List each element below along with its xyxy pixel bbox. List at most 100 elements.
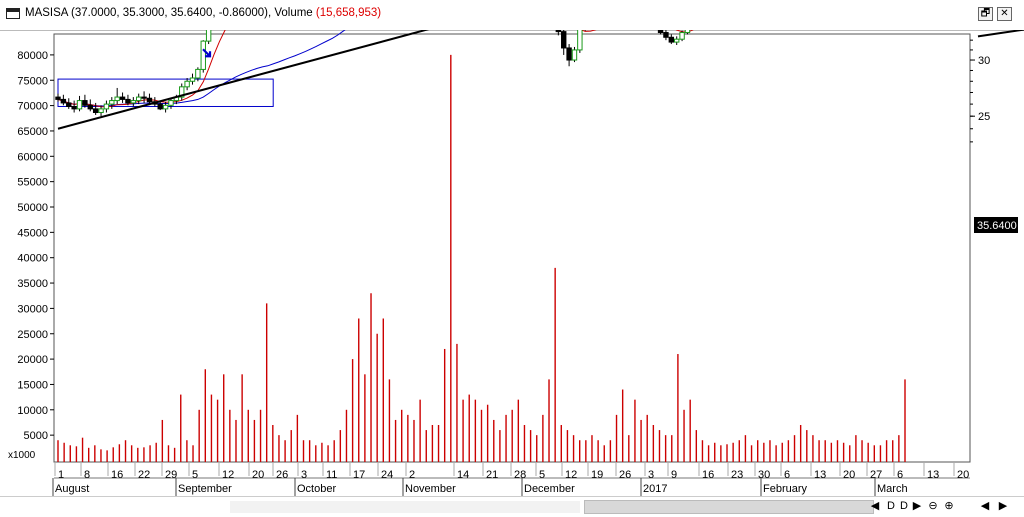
volume-tick-label: 70000 bbox=[17, 101, 48, 113]
stock-chart[interactable]: 8000075000700006500060000550005000045000… bbox=[0, 30, 1024, 496]
day-label: 30 bbox=[758, 469, 770, 481]
candle-up bbox=[684, 30, 691, 34]
candle-up bbox=[162, 104, 169, 110]
candle-up bbox=[76, 100, 83, 110]
candle-down bbox=[668, 36, 675, 43]
day-label: 27 bbox=[870, 469, 882, 481]
day-label: 8 bbox=[84, 469, 90, 481]
day-label: 21 bbox=[486, 469, 498, 481]
day-label: 20 bbox=[252, 469, 264, 481]
day-label: 26 bbox=[619, 469, 631, 481]
last-price-tag: 35.6400 bbox=[974, 217, 1018, 233]
candle-down bbox=[66, 102, 72, 107]
volume-tick-label: 5000 bbox=[24, 430, 48, 442]
candle-up bbox=[205, 30, 212, 42]
moving-averages bbox=[57, 30, 694, 108]
candle-down bbox=[92, 108, 99, 114]
d-button-1[interactable]: D bbox=[884, 499, 898, 513]
day-label: 3 bbox=[301, 469, 307, 481]
day-label: 22 bbox=[138, 469, 150, 481]
day-label: 13 bbox=[814, 469, 826, 481]
day-label: 14 bbox=[457, 469, 469, 481]
candle-up bbox=[195, 68, 201, 79]
month-label: March bbox=[877, 483, 908, 495]
candle-down bbox=[119, 96, 126, 100]
volume-multiplier-label: x1000 bbox=[8, 450, 36, 461]
volume-tick-label: 40000 bbox=[17, 253, 48, 265]
next-icon[interactable]: ▶ bbox=[996, 499, 1010, 513]
candle-up bbox=[679, 32, 685, 40]
candle-up bbox=[577, 30, 583, 51]
close-icon[interactable]: ✕ bbox=[997, 7, 1012, 21]
candle-up bbox=[98, 108, 104, 114]
volume-bars bbox=[57, 54, 906, 462]
scroll-right-icon[interactable]: ▶ bbox=[910, 499, 924, 513]
candle-up bbox=[168, 100, 174, 106]
month-label: December bbox=[524, 483, 575, 495]
volume-tick-label: 65000 bbox=[17, 126, 48, 138]
day-label: 20 bbox=[957, 469, 969, 481]
candle-up bbox=[189, 77, 196, 82]
day-label: 11 bbox=[326, 469, 337, 481]
window-icon bbox=[6, 8, 20, 19]
volume-tick-label: 50000 bbox=[17, 202, 48, 214]
title-main: MASISA (37.0000, 35.3000, 35.6400, -0.86… bbox=[25, 7, 316, 19]
restore-icon[interactable]: 🗗 bbox=[978, 7, 993, 21]
day-label: 23 bbox=[731, 469, 743, 481]
scroll-left-icon[interactable]: ◀ bbox=[868, 499, 882, 513]
title-volume: (15,658,953) bbox=[315, 7, 382, 19]
day-label: 13 bbox=[927, 469, 939, 481]
candle-up bbox=[674, 38, 680, 43]
day-label: 19 bbox=[591, 469, 603, 481]
candle-down bbox=[555, 30, 562, 33]
month-label: February bbox=[763, 483, 808, 495]
day-label: 9 bbox=[671, 469, 677, 481]
candle-down bbox=[141, 96, 147, 99]
day-label: 2 bbox=[409, 469, 415, 481]
zoom-in-icon[interactable]: ⊕ bbox=[942, 499, 956, 513]
window-title: MASISA (37.0000, 35.3000, 35.6400, -0.86… bbox=[25, 7, 381, 19]
scroll-thumb[interactable] bbox=[584, 500, 874, 514]
candle-up bbox=[184, 80, 190, 88]
candle-down bbox=[157, 103, 163, 110]
day-label: 6 bbox=[897, 469, 903, 481]
day-label: 29 bbox=[165, 469, 177, 481]
candle-up bbox=[200, 40, 206, 70]
candle-up bbox=[109, 100, 115, 105]
day-label: 1 bbox=[58, 469, 64, 481]
d-button-2[interactable]: D bbox=[897, 499, 911, 513]
volume-tick-label: 25000 bbox=[17, 329, 48, 341]
long-moving-average-line bbox=[57, 30, 346, 107]
candle-down bbox=[71, 105, 77, 110]
volume-tick-label: 30000 bbox=[17, 303, 48, 315]
volume-tick-label: 35000 bbox=[17, 278, 48, 290]
prev-icon[interactable]: ◀ bbox=[978, 499, 992, 513]
day-label: 3 bbox=[648, 469, 654, 481]
last-price-label: 35.6400 bbox=[977, 220, 1017, 232]
price-tick-label: 25 bbox=[978, 111, 990, 123]
statusbar: ◀ D D ▶ ⊖ ⊕ ◀ ▶ bbox=[0, 496, 1024, 517]
day-label: 26 bbox=[276, 469, 288, 481]
candle-down bbox=[561, 31, 567, 49]
candle-up bbox=[114, 96, 120, 102]
month-label: November bbox=[405, 483, 456, 495]
candle-down bbox=[146, 97, 153, 103]
day-label: 28 bbox=[514, 469, 526, 481]
trendline bbox=[977, 30, 1024, 38]
day-label: 16 bbox=[702, 469, 714, 481]
volume-tick-label: 15000 bbox=[17, 379, 48, 391]
grid bbox=[53, 33, 971, 463]
candle-up bbox=[571, 49, 578, 61]
candle-down bbox=[566, 47, 572, 61]
candle-up bbox=[103, 103, 110, 110]
day-label: 20 bbox=[843, 469, 855, 481]
candle-down bbox=[657, 30, 664, 34]
volume-tick-label: 60000 bbox=[17, 151, 48, 163]
scroll-track[interactable] bbox=[230, 501, 580, 513]
volume-tick-label: 10000 bbox=[17, 405, 48, 417]
day-label: 12 bbox=[222, 469, 234, 481]
zoom-out-icon[interactable]: ⊖ bbox=[926, 499, 940, 513]
volume-tick-label: 80000 bbox=[17, 50, 48, 62]
candle-up bbox=[130, 100, 137, 104]
candle-up bbox=[136, 96, 142, 102]
